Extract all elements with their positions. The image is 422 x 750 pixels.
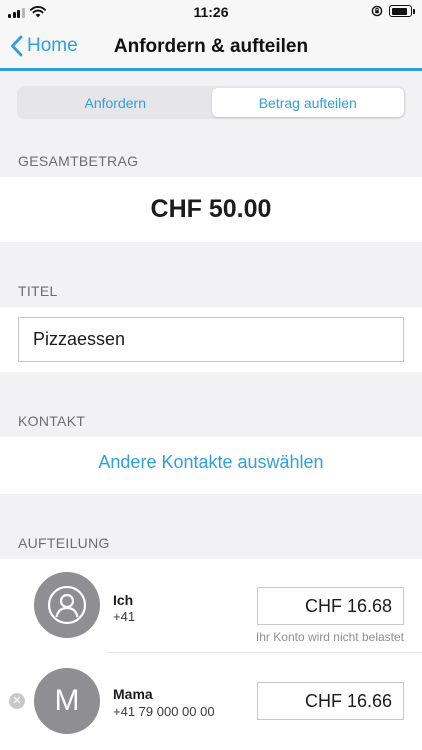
total-section-label: GESAMTBETRAG (18, 153, 139, 169)
participant-phone: +41 (113, 609, 136, 624)
status-bar: 11:26 (0, 0, 422, 24)
avatar-letter: M (54, 684, 80, 717)
row-divider (108, 652, 422, 653)
status-indicators-right (371, 5, 415, 17)
total-amount: CHF 50.00 (150, 195, 272, 223)
participant-phone: +41 79 000 00 00 (113, 704, 215, 719)
battery-icon (389, 5, 415, 17)
page-title: Anfordern & aufteilen (0, 36, 422, 58)
avatar-mama: M (34, 668, 100, 734)
remove-participant-button[interactable]: ✕ (9, 693, 25, 709)
participant-name: Ich (113, 592, 134, 608)
close-icon: ✕ (12, 695, 22, 707)
avatar-ich (34, 572, 100, 638)
navigation-bar: Home Anfordern & aufteilen (0, 24, 422, 71)
title-input[interactable] (18, 317, 404, 362)
participant-amount-input[interactable] (257, 682, 404, 720)
status-time: 11:26 (193, 4, 229, 20)
segment-anfordern[interactable]: Anfordern (19, 88, 212, 117)
wifi-icon (29, 6, 46, 18)
participant-amount-input[interactable] (257, 587, 404, 625)
person-icon (47, 585, 87, 625)
status-indicators-left (8, 6, 46, 18)
select-contacts-link[interactable]: Andere Kontakte auswählen (0, 452, 422, 473)
page-title-text: Anfordern & aufteilen (113, 36, 309, 57)
orientation-lock-icon (371, 5, 383, 17)
segment-betrag-aufteilen[interactable]: Betrag aufteilen (211, 88, 404, 117)
participant-note: Ihr Konto wird nicht belastet (255, 630, 404, 644)
split-section-label: AUFTEILUNG (18, 535, 110, 551)
contact-section-label: KONTAKT (18, 413, 86, 429)
title-section-label: TITEL (18, 283, 58, 299)
participant-name: Mama (113, 686, 153, 702)
cellular-signal-icon (8, 7, 25, 18)
mode-segmented-control: Anfordern Betrag aufteilen (17, 86, 406, 119)
